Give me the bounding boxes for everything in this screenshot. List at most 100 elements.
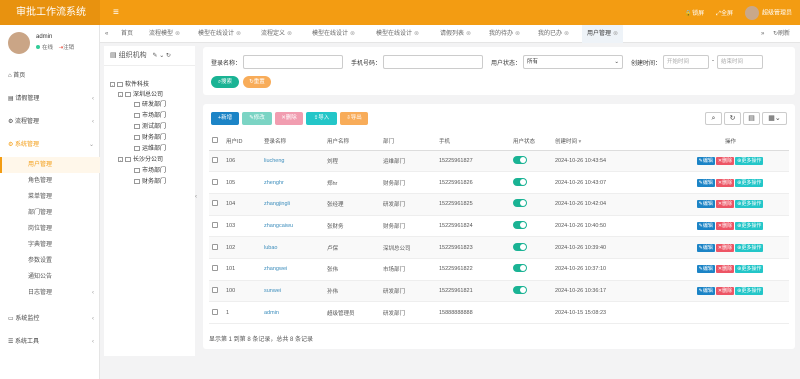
col-status[interactable]: 用户状态: [510, 133, 552, 151]
row-checkbox[interactable]: [209, 301, 223, 324]
export-button[interactable]: ⇩导出: [340, 112, 368, 125]
status-toggle[interactable]: [513, 242, 527, 251]
row-more-button[interactable]: ⊕更多操作: [735, 200, 764, 209]
col-user-name[interactable]: 用户名称: [324, 133, 380, 151]
sidebar-item-flow[interactable]: ⚙ 流程管理 ‹: [0, 111, 100, 134]
sidebar-subitem-notice[interactable]: 通知公告: [0, 269, 100, 285]
sidebar-item-tools[interactable]: ☰ 系统工具 ‹: [0, 331, 100, 354]
sidebar-item-leave[interactable]: ▤ 请假管理 ‹: [0, 88, 100, 111]
select-all-checkbox[interactable]: [209, 133, 223, 151]
fullscreen-button[interactable]: ⤢全屏: [716, 8, 733, 18]
table-row[interactable]: 104 zhangjingli 张经理 研发部门 15225961825 2024-10-…: [209, 193, 789, 216]
delete-button[interactable]: ✕删除: [275, 112, 303, 125]
sidebar-subitem-dept[interactable]: 部门管理: [0, 205, 100, 221]
tree-node-dept[interactable]: 运维部门: [134, 143, 166, 152]
toggle-view-icon[interactable]: ▤: [743, 112, 760, 125]
collapse-icon[interactable]: -: [118, 156, 123, 162]
sidebar-subitem-post[interactable]: 岗位管理: [0, 221, 100, 237]
row-delete-button[interactable]: ✕删除: [715, 156, 735, 165]
tab-user-manage[interactable]: 用户管理 ⊗: [582, 25, 624, 43]
row-checkbox[interactable]: [209, 193, 223, 216]
status-toggle[interactable]: [513, 285, 527, 294]
row-delete-button[interactable]: ✕删除: [715, 200, 735, 209]
row-delete-button[interactable]: ✕删除: [715, 221, 735, 230]
col-user-id[interactable]: 用户ID: [223, 133, 261, 151]
row-more-button[interactable]: ⊕更多操作: [735, 221, 764, 230]
sidebar-subitem-dict[interactable]: 字典管理: [0, 237, 100, 253]
status-toggle[interactable]: [513, 264, 527, 273]
tab-todo[interactable]: 我的待办 ⊗: [484, 25, 525, 43]
sidebar-subitem-role[interactable]: 角色管理: [0, 173, 100, 189]
reset-button[interactable]: ↻重置: [243, 76, 271, 88]
close-icon[interactable]: ⊗: [414, 31, 419, 37]
end-date-input[interactable]: 结束时间: [717, 55, 763, 69]
tab-model-design-2[interactable]: 模型在线设计 ⊗: [307, 25, 360, 43]
cell-login-name[interactable]: sunwei: [261, 280, 324, 303]
close-icon[interactable]: ⊗: [236, 31, 241, 37]
cell-login-name[interactable]: zhangwei: [261, 258, 324, 281]
tab-model[interactable]: 流程模型 ⊗: [144, 25, 185, 43]
row-checkbox[interactable]: [209, 215, 223, 238]
columns-icon[interactable]: ▦⌄: [762, 112, 787, 125]
status-toggle[interactable]: [513, 199, 527, 208]
close-icon[interactable]: ⊗: [515, 31, 520, 37]
sidebar-subitem-config[interactable]: 参数设置: [0, 253, 100, 269]
collapse-icon[interactable]: -: [110, 81, 115, 87]
col-created[interactable]: 创建时间 ▾: [552, 133, 669, 151]
row-delete-button[interactable]: ✕删除: [715, 286, 735, 295]
row-edit-button[interactable]: ✎编辑: [696, 200, 715, 209]
phone-input[interactable]: [383, 55, 483, 69]
row-delete-button[interactable]: ✕删除: [715, 265, 735, 274]
row-edit-button[interactable]: ✎编辑: [696, 178, 715, 187]
refresh-tab-button[interactable]: ↻刷新: [768, 25, 795, 43]
edit-button[interactable]: ✎修改: [242, 112, 272, 125]
sidebar-subitem-menu[interactable]: 菜单管理: [0, 189, 100, 205]
tab-home[interactable]: 首页: [116, 25, 138, 43]
table-row[interactable]: 103 zhangcaiwu 张财务 财务部门 15225961824 2024-10-2…: [209, 215, 789, 238]
tab-leave-list[interactable]: 请假列表 ⊗: [435, 25, 476, 43]
status-toggle[interactable]: [513, 155, 527, 164]
close-icon[interactable]: ⊗: [350, 31, 355, 37]
table-row[interactable]: 100 sunwei 孙伟 研发部门 15225961821 2024-10-26 10:…: [209, 280, 789, 303]
sidebar-subitem-log[interactable]: 日志管理 ‹: [0, 285, 100, 301]
status-select[interactable]: 所有 ⌄: [523, 55, 623, 69]
row-more-button[interactable]: ⊕更多操作: [735, 156, 764, 165]
collapse-left-icon[interactable]: ‹: [195, 194, 197, 200]
tree-node-shenzhen[interactable]: - 深圳总公司: [118, 89, 163, 98]
sidebar-item-monitor[interactable]: ▭ 系统监控 ‹: [0, 308, 100, 331]
table-row[interactable]: 1 admin 超级管理员 研发部门 15888888888 2024-10-15 15:…: [209, 301, 789, 324]
cell-login-name[interactable]: zhenghr: [261, 171, 324, 194]
tabs-prev-icon[interactable]: «: [100, 25, 116, 43]
row-more-button[interactable]: ⊕更多操作: [735, 265, 764, 274]
tree-node-root[interactable]: - 软件科技: [110, 79, 149, 88]
table-row[interactable]: 101 zhangwei 张伟 市场部门 15225961822 2024-10-26 1…: [209, 258, 789, 281]
row-edit-button[interactable]: ✎编辑: [696, 265, 715, 274]
close-icon[interactable]: ⊗: [613, 31, 618, 37]
refresh-icon[interactable]: ↻: [724, 112, 741, 125]
login-name-input[interactable]: [243, 55, 343, 69]
row-checkbox[interactable]: [209, 258, 223, 281]
status-toggle[interactable]: [513, 220, 527, 229]
col-dept[interactable]: 部门: [380, 133, 436, 151]
logout-link[interactable]: 注销: [63, 45, 74, 51]
add-button[interactable]: +新增: [211, 112, 239, 125]
tab-flow-def[interactable]: 流程定义 ⊗: [256, 25, 297, 43]
row-edit-button[interactable]: ✎编辑: [696, 243, 715, 252]
close-icon[interactable]: ⊗: [175, 31, 180, 37]
user-menu[interactable]: 超级管理员: [744, 5, 792, 20]
tree-node-dept[interactable]: 财务部门: [134, 132, 166, 141]
col-phone[interactable]: 手机: [436, 133, 510, 151]
tree-node-dept[interactable]: 市场部门: [134, 110, 166, 119]
row-more-button[interactable]: ⊕更多操作: [735, 243, 764, 252]
row-delete-button[interactable]: ✕删除: [715, 243, 735, 252]
hamburger-icon[interactable]: ≡: [113, 7, 119, 18]
row-edit-button[interactable]: ✎编辑: [696, 286, 715, 295]
cell-login-name[interactable]: zhangjingli: [261, 193, 324, 216]
close-icon[interactable]: ⊗: [466, 31, 471, 37]
cell-login-name[interactable]: admin: [261, 301, 324, 324]
tree-node-changsha[interactable]: - 长沙分公司: [118, 154, 163, 163]
tree-node-dept[interactable]: 研发部门: [134, 99, 166, 108]
table-row[interactable]: 106 liucheng 刘程 运维部门 15225961827 2024-10-26 1…: [209, 150, 789, 173]
row-checkbox[interactable]: [209, 150, 223, 173]
row-delete-button[interactable]: ✕删除: [715, 178, 735, 187]
